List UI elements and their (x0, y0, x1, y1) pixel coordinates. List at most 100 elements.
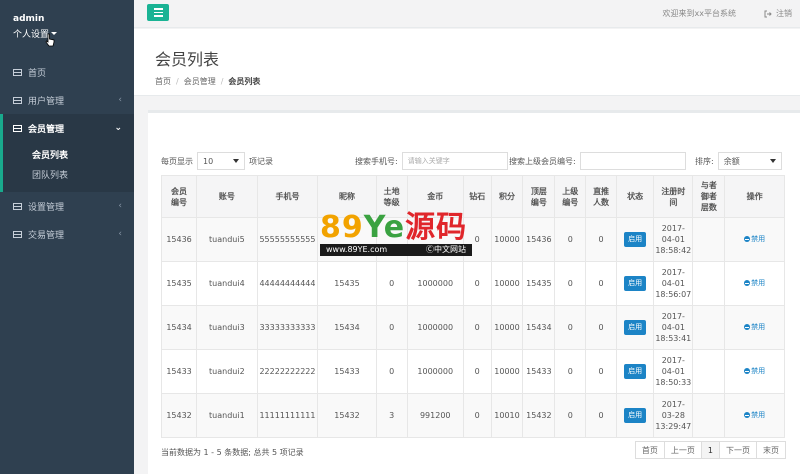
breadcrumb-home[interactable]: 首页 (155, 77, 171, 86)
status-badge: 启用 (624, 276, 647, 291)
register-time-part: 18:56:07 (655, 290, 692, 299)
sort-select[interactable]: 余额 (717, 152, 782, 170)
cell-phone: 44444444444 (256, 261, 319, 306)
sidebar-submenu: 会员列表 团队列表 (0, 142, 134, 192)
status-badge: 启用 (624, 364, 647, 379)
register-time-part: 18:58:42 (655, 246, 692, 255)
menu-toggle-button[interactable] (147, 4, 169, 21)
caret-down-icon (769, 159, 776, 163)
cell-status: 启用 (615, 261, 655, 306)
profile-settings-dropdown[interactable]: 个人设置 (13, 27, 134, 40)
cell-account: tuandui2 (196, 349, 258, 394)
cell-id: 15436 (160, 217, 198, 262)
table-row: 15434 tuandui3 33333333333 15434 0 1000000 0 10… (160, 305, 785, 350)
cell-action: 禁用 (724, 349, 785, 394)
search-phone-input[interactable]: 请输入关键字 (401, 152, 508, 170)
register-time-part: 04-01 (661, 235, 685, 244)
cell-diamond: 0 (462, 305, 492, 350)
sidebar-item-settings-management[interactable]: 设置管理 ‹ (0, 192, 134, 220)
cell-land: 3 (375, 393, 408, 438)
cell-land: 0 (375, 305, 408, 350)
cell-top: 15432 (522, 393, 556, 438)
cell-points: 10000 (490, 261, 524, 306)
column-header: 与者 御者 层数 (692, 175, 726, 218)
table-body: 15436 tuandui5 55555555555 0 10000 15436 0 0 启用 2… (160, 217, 785, 438)
page-title: 会员列表 (155, 50, 220, 69)
breadcrumb-member-management[interactable]: 会员管理 (184, 77, 216, 86)
sidebar-subitem-team-list[interactable]: 团队列表 (3, 166, 134, 186)
cell-top: 15435 (522, 261, 556, 306)
sidebar-item-label: 会员管理 (28, 124, 65, 135)
register-time-part: 04-01 (661, 367, 685, 376)
cell-layers (692, 305, 726, 350)
cell-direct: 0 (585, 261, 617, 306)
register-time-part: 2017- (661, 224, 685, 233)
sidebar-item-member-management[interactable]: 会员管理 ⌄ (0, 114, 134, 142)
pager-last[interactable]: 末页 (756, 441, 786, 459)
cell-id: 15433 (160, 349, 198, 394)
sidebar-item-label: 首页 (28, 68, 47, 79)
column-header: 顶层 编号 (522, 175, 556, 218)
chevron-down-icon: ⌄ (114, 123, 122, 133)
minus-circle-icon (744, 236, 751, 243)
cell-parent: 0 (554, 305, 587, 350)
pager-next[interactable]: 下一页 (719, 441, 757, 459)
cell-account: tuandui4 (196, 261, 258, 306)
menu-line (153, 8, 163, 10)
grid-icon (13, 124, 22, 132)
logout-button[interactable]: 注销 (764, 8, 792, 19)
sidebar-subitem-member-list[interactable]: 会员列表 (3, 146, 134, 166)
disable-button[interactable]: 禁用 (744, 410, 765, 421)
per-page-label: 每页显示 (161, 156, 193, 166)
user-profile: admin 个人设置 (0, 0, 134, 58)
column-header: 积分 (490, 175, 524, 218)
pagination: 首页 上一页 1 下一页 末页 (634, 441, 786, 459)
sidebar-item-trade-management[interactable]: 交易管理 ‹ (0, 220, 134, 248)
column-header: 账号 (196, 175, 258, 218)
per-page-value: 10 (203, 156, 214, 166)
pager-prev[interactable]: 上一页 (663, 441, 702, 459)
cell-status: 启用 (615, 349, 655, 394)
pager-first[interactable]: 首页 (634, 441, 665, 459)
column-header: 土地 等级 (375, 175, 408, 218)
per-page-suffix: 项记录 (249, 156, 273, 166)
page-heading: 会员列表 首页 / 会员管理 / 会员列表 (134, 29, 800, 96)
cell-action: 禁用 (724, 217, 785, 262)
per-page-select[interactable]: 10 (197, 152, 245, 170)
cell-id: 15434 (160, 305, 198, 350)
cell-land: 0 (375, 261, 408, 306)
disable-button[interactable]: 禁用 (744, 366, 765, 377)
column-header: 钻石 (462, 175, 492, 218)
pager-page-1[interactable]: 1 (700, 441, 720, 459)
table-info: 当前数据为 1 - 5 条数据; 总共 5 项记录 (161, 448, 304, 457)
cell-parent: 0 (554, 349, 587, 394)
disable-button[interactable]: 禁用 (744, 322, 765, 333)
search-parent-control: 搜索上级会员编号: (509, 151, 686, 171)
disable-button[interactable]: 禁用 (744, 234, 765, 245)
sidebar-item-user-management[interactable]: 用户管理 ‹ (0, 86, 134, 114)
cell-gold: 1000000 (406, 349, 464, 394)
minus-circle-icon (744, 368, 751, 375)
breadcrumb: 首页 / 会员管理 / 会员列表 (155, 77, 261, 86)
cell-points: 10010 (490, 393, 524, 438)
column-header: 金币 (406, 175, 464, 218)
minus-circle-icon (744, 280, 751, 287)
search-phone-label: 搜索手机号: (355, 156, 398, 166)
sidebar-item-label: 交易管理 (28, 230, 65, 241)
minus-circle-icon (744, 324, 751, 331)
column-header: 注册时间 (653, 175, 694, 218)
cell-direct: 0 (585, 217, 617, 262)
cell-layers (692, 261, 726, 306)
sidebar-item-home[interactable]: 首页 (0, 58, 134, 86)
disable-button[interactable]: 禁用 (744, 278, 765, 289)
cell-status: 启用 (615, 217, 655, 262)
column-header: 上级 编号 (554, 175, 587, 218)
cell-points: 10000 (490, 217, 524, 262)
column-header: 操作 (724, 175, 785, 218)
status-badge: 启用 (624, 232, 647, 247)
table-controls: 每页显示 10 项记录 搜索手机号: 请输入关键字 搜索上级会员编号: 排序: … (161, 151, 786, 171)
register-time-part: 13:29:47 (655, 422, 692, 431)
minus-circle-icon (744, 412, 751, 419)
username: admin (13, 14, 45, 24)
search-parent-input[interactable] (579, 152, 686, 170)
